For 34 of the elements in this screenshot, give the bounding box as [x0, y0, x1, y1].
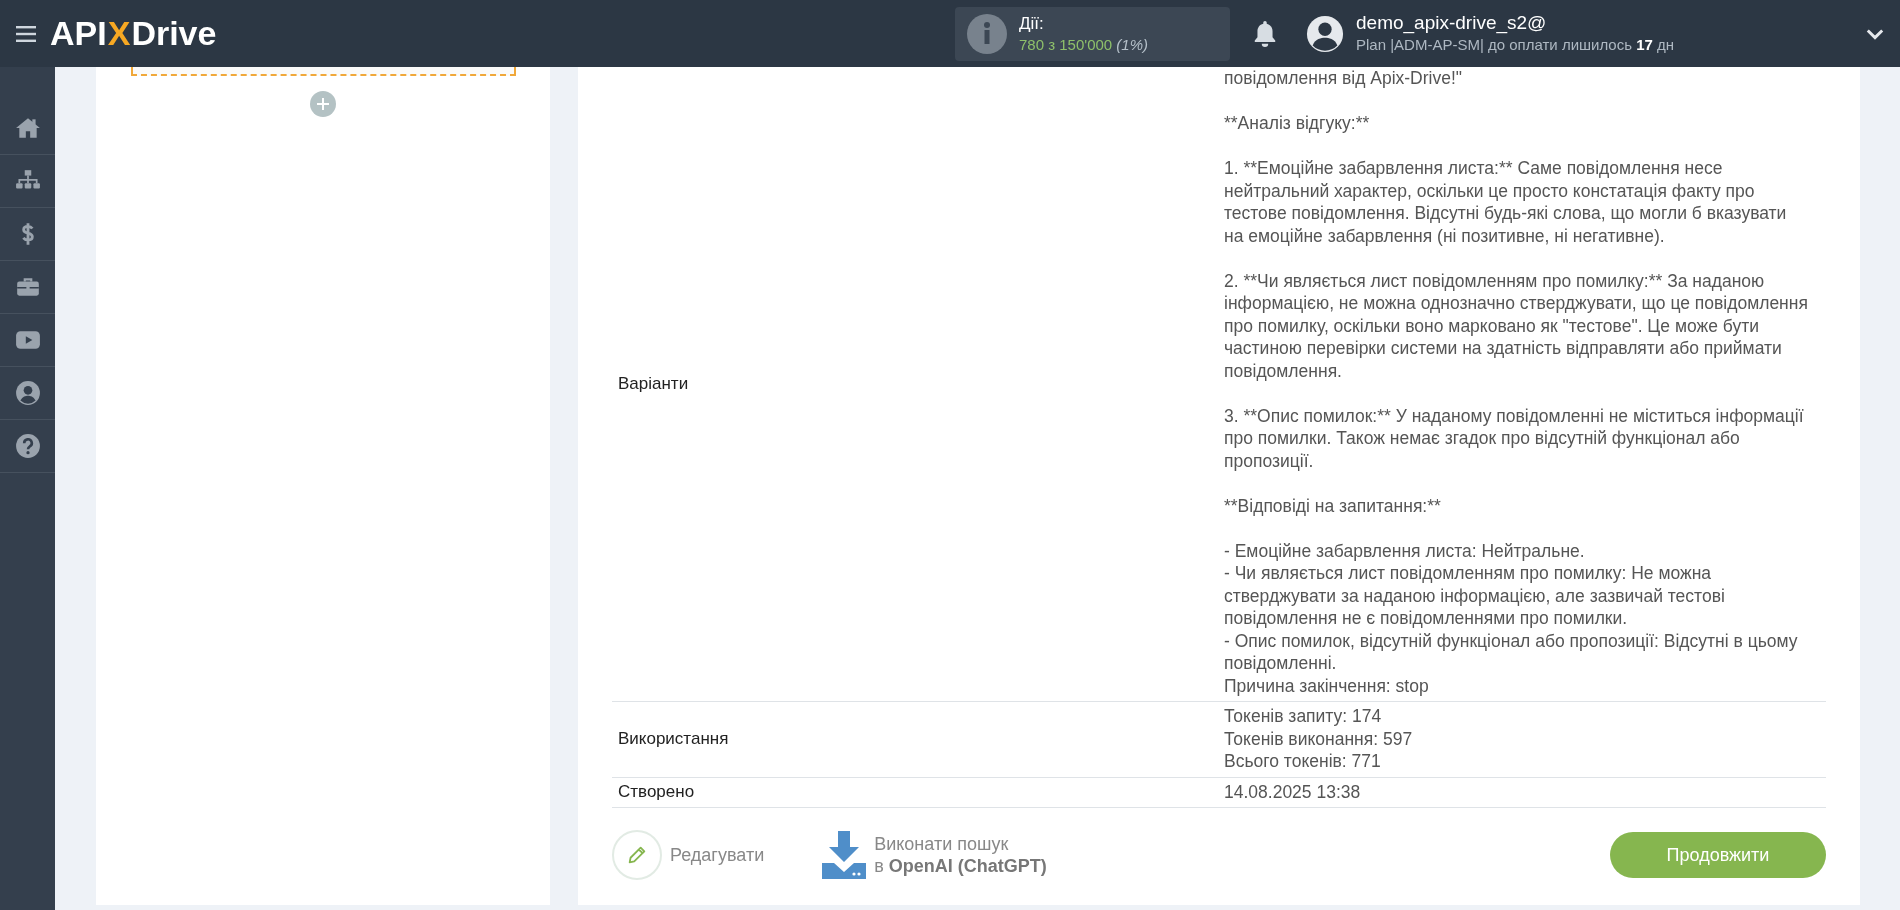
- avatar-icon[interactable]: [1306, 14, 1344, 53]
- result-text: Токенів запиту: 174: [1224, 705, 1383, 728]
- result-text: **Відповіді на запитання:**: [1224, 494, 1442, 517]
- user-icon[interactable]: [14, 380, 41, 406]
- result-text: - Чи являється лист повідомленням про помилку: Не можна стверджувати за наданою інформацією, але зазвичай тестові повідомлення не є повідомленнями про помилки.: [1224, 562, 1726, 630]
- result-text: 3. **Опис помилок:** У наданому повідомленні не міститься інформації про помилки. Також немає згадок про відсутній функціонал або пропозиції.: [1224, 404, 1805, 472]
- actions-value: 780 з 150'000 (1%): [1019, 34, 1148, 55]
- download-icon: [822, 831, 867, 879]
- result-text: Всього токенів: 771: [1224, 750, 1382, 773]
- help-icon[interactable]: [14, 433, 41, 459]
- menu-icon[interactable]: [16, 25, 36, 42]
- run-search-button[interactable]: Виконати пошук в OpenAI (ChatGPT): [822, 831, 1047, 879]
- field-label: Створено: [617, 782, 696, 803]
- result-text: - Емоційне забарвлення листа: Нейтральне.: [1224, 539, 1586, 562]
- plan-info: Plan |ADM-AP-SM| до оплати лишилось 17 дн: [1356, 34, 1676, 55]
- chevron-down-icon[interactable]: [1866, 27, 1884, 40]
- field-label: Варіанти: [617, 374, 690, 394]
- result-text: Причина закінчення: stop: [1224, 674, 1430, 697]
- user-name[interactable]: demo_apix-drive_s2@: [1356, 11, 1866, 34]
- bell-icon[interactable]: [1252, 19, 1278, 48]
- result-text: 1. **Емоційне забарвлення листа:** Саме повідомлення несе нейтральний характер, оскільки це просто констатація факту про тестове повідомлення. Відсутні будь-які слова, що могли б вказувати на емоційне забарвлення (ні позитивне, ні негативне).: [1224, 157, 1788, 247]
- result-text: 2. **Чи являється лист повідомленням про помилку:** За наданою інформацією, не можна однозначно стверджувати, що це повідомлення про помилку, оскільки воно марковано як "тестове". Це може бути частиною перевірки системи на здатність відправляти або приймати повідомлення.: [1224, 269, 1809, 382]
- result-text: повідомлення від Apix-Drive!": [1224, 67, 1464, 90]
- logo[interactable]: APIXDrive: [50, 14, 217, 53]
- pencil-icon: [626, 844, 648, 866]
- result-text: Токенів виконання: 597: [1224, 727, 1414, 750]
- edit-button[interactable]: Редагувати: [612, 830, 765, 880]
- result-text: - Опис помилок, відсутній функціонал або пропозиції: Відсутні в цьому повідомленні.: [1224, 629, 1799, 675]
- actions-label: Дії:: [1019, 12, 1045, 34]
- field-label: Використання: [617, 729, 730, 750]
- result-text: 14.08.2025 13:38: [1224, 780, 1362, 803]
- continue-button[interactable]: Продовжити: [1610, 832, 1826, 878]
- info-icon: [967, 13, 1007, 54]
- result-text: **Аналіз відгуку:**: [1224, 112, 1371, 135]
